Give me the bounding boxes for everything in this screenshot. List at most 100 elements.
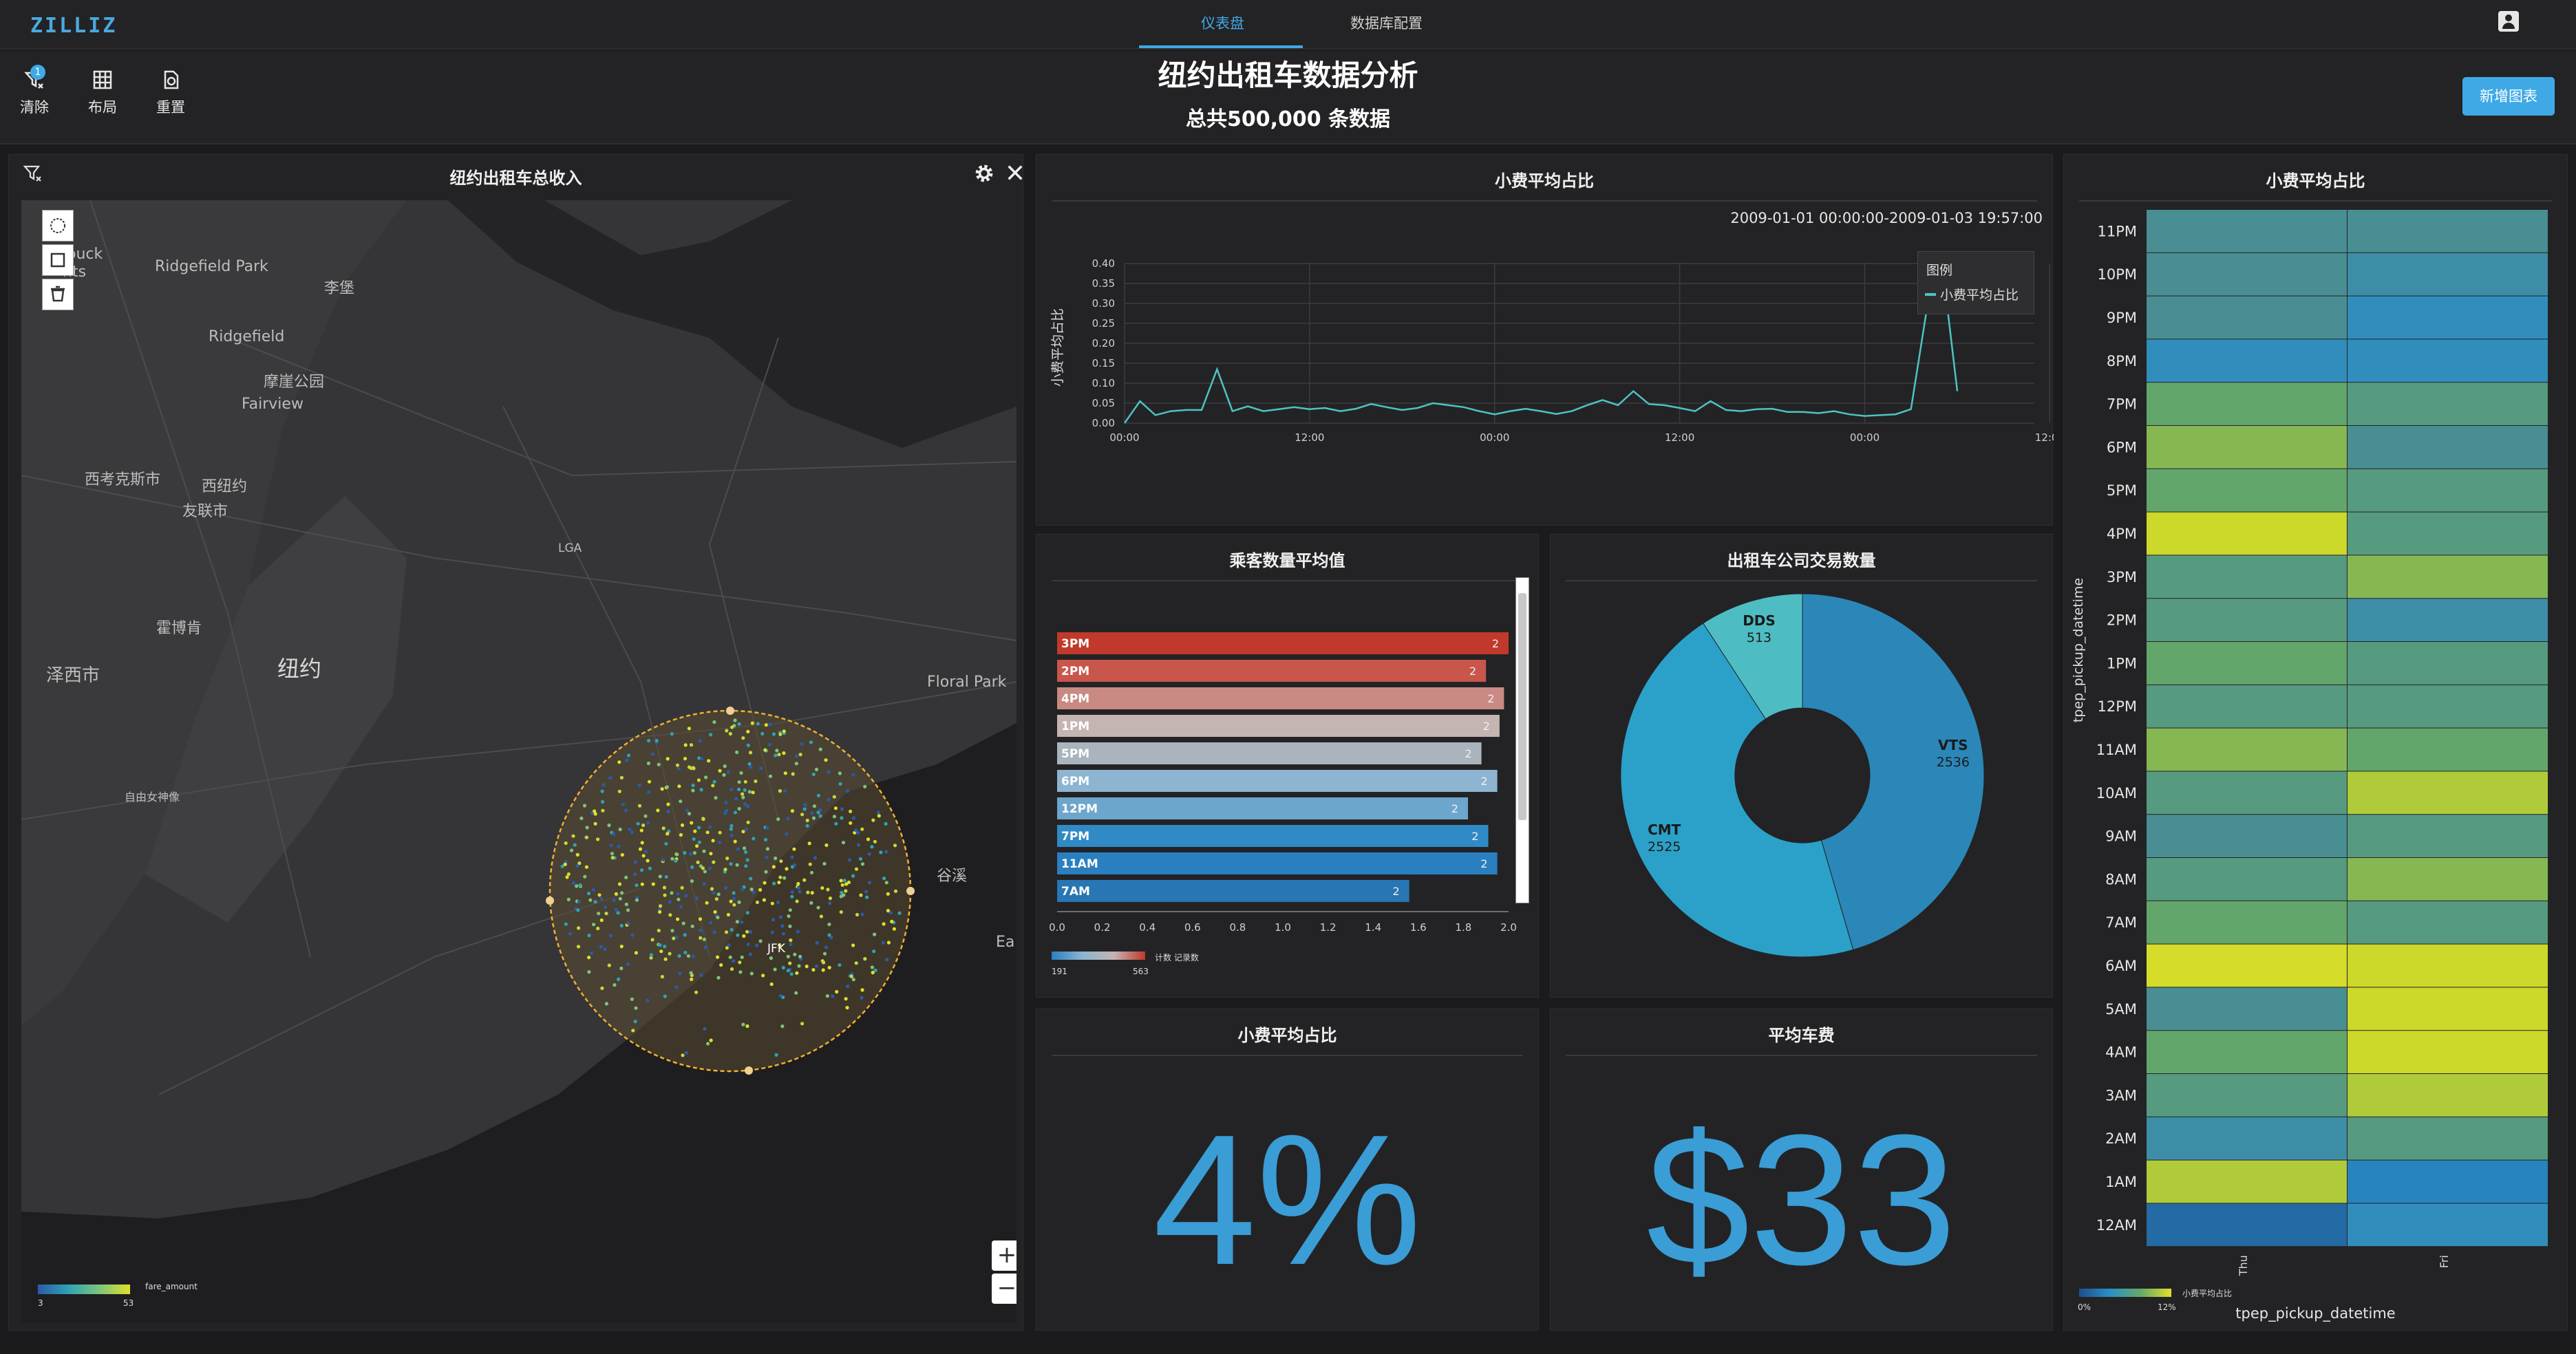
pickup-point — [726, 912, 730, 917]
pickup-point — [674, 859, 678, 863]
heatmap-cell — [2147, 383, 2347, 425]
pickup-point — [617, 844, 621, 848]
pickup-point — [628, 827, 632, 832]
pickup-point — [789, 943, 793, 947]
pickup-point — [892, 927, 896, 931]
pickup-point — [730, 725, 734, 729]
pickup-point — [607, 823, 611, 828]
pickup-point — [712, 860, 716, 864]
pickup-point — [811, 772, 816, 777]
pickup-point — [774, 753, 778, 757]
bar-scrollbar[interactable] — [1515, 577, 1529, 903]
heatmap-y-tick: 12AM — [2096, 1217, 2137, 1234]
map-label: 李堡 — [324, 280, 355, 297]
pickup-point — [674, 985, 679, 989]
pickup-point — [816, 793, 820, 797]
pickup-point — [813, 856, 817, 860]
pickup-point — [842, 879, 847, 883]
pickup-point — [761, 974, 765, 978]
pickup-point — [849, 821, 853, 825]
pickup-point — [750, 721, 754, 725]
pickup-point — [646, 821, 650, 825]
donut-chart[interactable]: VTS 2536 CMT2525 DDS513 — [1551, 590, 2054, 989]
pickup-point — [686, 954, 691, 958]
pickup-point — [821, 968, 825, 972]
delete-shape-tool[interactable] — [42, 279, 74, 310]
x-tick-label: 12:00 — [1295, 431, 1324, 444]
pickup-point — [704, 775, 708, 780]
pickup-point — [818, 814, 822, 818]
pickup-point — [696, 826, 701, 830]
user-account-icon[interactable] — [2498, 11, 2519, 32]
pickup-point — [726, 770, 730, 774]
zoom-in-button[interactable]: + — [992, 1240, 1016, 1271]
x-tick-label: 2.0 — [1500, 921, 1517, 934]
divider — [1566, 1055, 2037, 1056]
pickup-point — [571, 834, 575, 838]
pickup-point — [749, 765, 753, 769]
map-label: Ridgefield Park — [155, 258, 268, 275]
pickup-point — [723, 868, 727, 872]
tab-dashboard[interactable]: 仪表盘 — [1201, 12, 1244, 33]
pickup-point — [802, 807, 807, 811]
heatmap-y-tick: 6AM — [2105, 958, 2137, 974]
pickup-point — [691, 954, 695, 958]
heatmap-y-tick: 10PM — [2097, 266, 2137, 283]
tab-database-config[interactable]: 数据库配置 — [1350, 12, 1423, 33]
scrollbar-thumb[interactable] — [1518, 593, 1526, 820]
heatmap-cell — [2348, 1074, 2548, 1117]
pickup-point — [745, 929, 749, 934]
pickup-point — [618, 827, 622, 832]
zilliz-logo[interactable]: ZILLIZ — [30, 14, 117, 38]
pickup-point — [680, 885, 684, 890]
draw-circle-tool[interactable] — [42, 210, 74, 241]
pickup-point — [746, 943, 750, 947]
pickup-point — [705, 830, 710, 835]
draw-rectangle-tool[interactable] — [42, 244, 74, 276]
pickup-point — [577, 861, 582, 866]
add-chart-button[interactable]: 新增图表 — [2462, 77, 2555, 116]
pickup-point — [666, 832, 670, 836]
pickup-point — [579, 816, 584, 820]
heatmap-cell — [2348, 728, 2548, 771]
bar-value-label: 2 — [1492, 637, 1499, 650]
pickup-point — [735, 863, 739, 867]
bar-category-label: 5PM — [1061, 747, 1089, 761]
pickup-point — [646, 998, 650, 1002]
heatmap-chart[interactable]: 11PM 10PM 9PM 8PM 7PM 6PM 5PM 4PM 3PM 2PM 1PM 12PM 1… — [2064, 203, 2568, 1331]
pickup-point — [749, 971, 754, 976]
pickup-point — [730, 967, 734, 971]
pickup-point — [744, 828, 748, 832]
zoom-out-button[interactable]: − — [992, 1274, 1016, 1304]
bar-chart[interactable]: 3PM 2 2PM 2 4PM 2 1PM 2 5PM 2 6PM 2 12PM 2 7PM 2 11AM 2 7A… — [1036, 590, 1540, 975]
legend-item[interactable]: 小费平均占比 — [1940, 285, 2019, 303]
pickup-point — [587, 934, 591, 938]
pickup-point — [764, 837, 768, 842]
pickup-point — [769, 982, 774, 987]
pickup-point — [604, 1002, 609, 1006]
heatmap-cell — [2147, 858, 2347, 901]
pickup-point — [897, 911, 902, 915]
pickup-point — [816, 905, 820, 910]
pickup-point — [584, 865, 589, 869]
divider — [1052, 200, 2037, 202]
pickup-point — [723, 764, 727, 769]
pickup-point — [626, 962, 630, 967]
close-icon[interactable] — [1005, 163, 1025, 182]
map-canvas[interactable]: Ridgefield Park 李堡 Ridgefield 摩崖公园 Fairv… — [21, 200, 1016, 1323]
gear-icon[interactable] — [972, 162, 996, 185]
pickup-point — [614, 892, 619, 896]
y-tick-label: 0.10 — [1092, 377, 1115, 389]
bar — [1057, 770, 1498, 792]
pickup-point — [765, 847, 769, 851]
pickup-point — [619, 945, 624, 949]
map-label: 自由女神像 — [125, 791, 180, 804]
pickup-point — [729, 862, 733, 866]
circle-select-icon — [50, 218, 65, 233]
pickup-point — [683, 950, 688, 955]
heatmap-cell — [2147, 987, 2347, 1031]
heatmap-y-tick: 3PM — [2107, 569, 2137, 585]
pickup-point — [699, 928, 703, 932]
bar-value-label: 2 — [1487, 692, 1494, 705]
line-chart[interactable]: 0.00 0.05 0.10 0.15 0.20 0.25 0.30 0.35 0.40 00:0… — [1036, 237, 2054, 513]
